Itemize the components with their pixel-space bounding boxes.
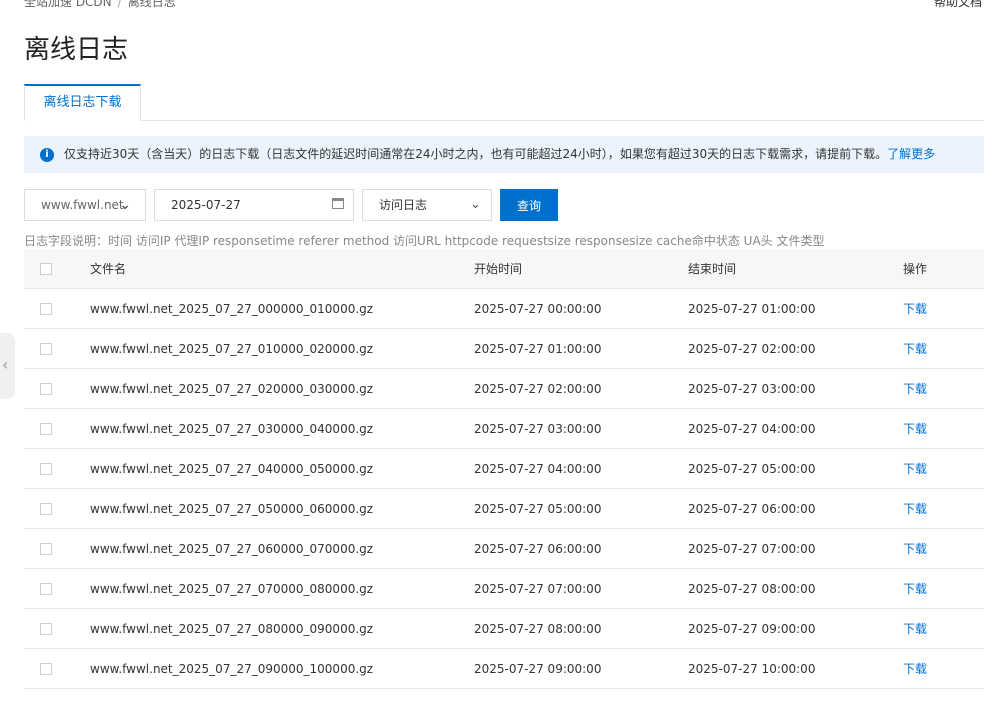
table-row: www.fwwl.net_2025_07_27_040000_050000.gz… bbox=[24, 449, 984, 489]
row-checkbox[interactable] bbox=[40, 623, 52, 635]
chevron-down-icon: ⌄ bbox=[470, 197, 481, 212]
breadcrumb-separator: / bbox=[117, 0, 122, 9]
notice-text: 仅支持近30天（含当天）的日志下载（日志文件的延迟时间通常在24小时之内，也有可… bbox=[64, 147, 888, 161]
row-end-time: 2025-07-27 02:00:00 bbox=[688, 342, 816, 356]
table-row: www.fwwl.net_2025_07_27_070000_080000.gz… bbox=[24, 569, 984, 609]
row-filename: www.fwwl.net_2025_07_27_070000_080000.gz bbox=[90, 582, 374, 596]
row-filename: www.fwwl.net_2025_07_27_020000_030000.gz bbox=[90, 382, 374, 396]
breadcrumb: 全站加速 DCDN / 离线日志 bbox=[24, 0, 176, 10]
log-type-select-value: 访问日志 bbox=[379, 198, 428, 212]
row-end-time: 2025-07-27 06:00:00 bbox=[688, 502, 816, 516]
row-filename: www.fwwl.net_2025_07_27_030000_040000.gz bbox=[90, 422, 374, 436]
table-row: www.fwwl.net_2025_07_27_050000_060000.gz… bbox=[24, 489, 984, 529]
calendar-icon bbox=[332, 198, 344, 209]
page-title: 离线日志 bbox=[24, 35, 129, 65]
download-link[interactable]: 下载 bbox=[903, 289, 927, 329]
row-end-time: 2025-07-27 01:00:00 bbox=[688, 302, 816, 316]
row-filename: www.fwwl.net_2025_07_27_080000_090000.gz bbox=[90, 622, 374, 636]
row-checkbox[interactable] bbox=[40, 543, 52, 555]
row-filename: www.fwwl.net_2025_07_27_090000_100000.gz bbox=[90, 662, 374, 676]
download-link[interactable]: 下载 bbox=[903, 409, 927, 449]
sidebar-collapse-toggle[interactable]: ‹ bbox=[0, 333, 15, 399]
row-start-time: 2025-07-27 09:00:00 bbox=[474, 662, 602, 676]
row-start-time: 2025-07-27 02:00:00 bbox=[474, 382, 602, 396]
row-checkbox[interactable] bbox=[40, 583, 52, 595]
row-end-time: 2025-07-27 05:00:00 bbox=[688, 462, 816, 476]
row-start-time: 2025-07-27 01:00:00 bbox=[474, 342, 602, 356]
breadcrumb-root[interactable]: 全站加速 DCDN bbox=[24, 0, 112, 9]
notice-banner: i 仅支持近30天（含当天）的日志下载（日志文件的延迟时间通常在24小时之内，也… bbox=[24, 136, 984, 173]
table-row: www.fwwl.net_2025_07_27_030000_040000.gz… bbox=[24, 409, 984, 449]
table-row: www.fwwl.net_2025_07_27_010000_020000.gz… bbox=[24, 329, 984, 369]
row-start-time: 2025-07-27 03:00:00 bbox=[474, 422, 602, 436]
row-end-time: 2025-07-27 07:00:00 bbox=[688, 542, 816, 556]
date-picker[interactable]: 2025-07-27 bbox=[154, 189, 354, 221]
table-row: www.fwwl.net_2025_07_27_000000_010000.gz… bbox=[24, 289, 984, 329]
row-end-time: 2025-07-27 04:00:00 bbox=[688, 422, 816, 436]
row-start-time: 2025-07-27 07:00:00 bbox=[474, 582, 602, 596]
download-link[interactable]: 下载 bbox=[903, 569, 927, 609]
chevron-down-icon: ⌄ bbox=[119, 197, 131, 213]
row-end-time: 2025-07-27 09:00:00 bbox=[688, 622, 816, 636]
row-filename: www.fwwl.net_2025_07_27_040000_050000.gz bbox=[90, 462, 374, 476]
download-link[interactable]: 下载 bbox=[903, 369, 927, 409]
breadcrumb-current: 离线日志 bbox=[127, 0, 176, 9]
row-start-time: 2025-07-27 04:00:00 bbox=[474, 462, 602, 476]
select-all-checkbox[interactable] bbox=[40, 263, 52, 275]
query-button[interactable]: 查询 bbox=[500, 189, 558, 221]
row-checkbox[interactable] bbox=[40, 463, 52, 475]
table-row: www.fwwl.net_2025_07_27_090000_100000.gz… bbox=[24, 649, 984, 689]
table-row: www.fwwl.net_2025_07_27_060000_070000.gz… bbox=[24, 529, 984, 569]
help-doc-link[interactable]: 帮助文档 bbox=[934, 0, 982, 10]
table-header: 文件名 开始时间 结束时间 操作 bbox=[24, 249, 984, 289]
table-row: www.fwwl.net_2025_07_27_020000_030000.gz… bbox=[24, 369, 984, 409]
row-checkbox[interactable] bbox=[40, 423, 52, 435]
row-filename: www.fwwl.net_2025_07_27_050000_060000.gz bbox=[90, 502, 374, 516]
domain-select-value: www.fwwl.net bbox=[41, 198, 124, 212]
column-header-filename: 文件名 bbox=[90, 262, 127, 276]
column-header-action: 操作 bbox=[903, 262, 928, 276]
row-filename: www.fwwl.net_2025_07_27_000000_010000.gz bbox=[90, 302, 374, 316]
download-link[interactable]: 下载 bbox=[903, 449, 927, 489]
log-type-select[interactable]: 访问日志 ⌄ bbox=[362, 189, 492, 221]
tab-bar: 离线日志下载 bbox=[24, 84, 984, 121]
field-description: 日志字段说明：时间 访问IP 代理IP responsetime referer… bbox=[24, 234, 825, 248]
date-picker-value: 2025-07-27 bbox=[171, 198, 241, 212]
row-end-time: 2025-07-27 03:00:00 bbox=[688, 382, 816, 396]
domain-select[interactable]: www.fwwl.net ⌄ bbox=[24, 189, 146, 221]
chevron-left-icon: ‹ bbox=[2, 355, 9, 374]
download-link[interactable]: 下载 bbox=[903, 329, 927, 369]
column-header-start-time: 开始时间 bbox=[474, 262, 523, 276]
info-icon: i bbox=[40, 148, 54, 162]
log-table: 文件名 开始时间 结束时间 操作 www.fwwl.net_2025_07_27… bbox=[24, 249, 984, 689]
row-checkbox[interactable] bbox=[40, 303, 52, 315]
download-link[interactable]: 下载 bbox=[903, 489, 927, 529]
row-end-time: 2025-07-27 10:00:00 bbox=[688, 662, 816, 676]
download-link[interactable]: 下载 bbox=[903, 649, 927, 689]
row-checkbox[interactable] bbox=[40, 663, 52, 675]
row-start-time: 2025-07-27 00:00:00 bbox=[474, 302, 602, 316]
column-header-end-time: 结束时间 bbox=[688, 262, 737, 276]
download-link[interactable]: 下载 bbox=[903, 529, 927, 569]
table-row: www.fwwl.net_2025_07_27_080000_090000.gz… bbox=[24, 609, 984, 649]
download-link[interactable]: 下载 bbox=[903, 609, 927, 649]
row-end-time: 2025-07-27 08:00:00 bbox=[688, 582, 816, 596]
row-start-time: 2025-07-27 06:00:00 bbox=[474, 542, 602, 556]
row-start-time: 2025-07-27 05:00:00 bbox=[474, 502, 602, 516]
row-checkbox[interactable] bbox=[40, 503, 52, 515]
tab-offline-log-download[interactable]: 离线日志下载 bbox=[24, 84, 141, 121]
row-checkbox[interactable] bbox=[40, 383, 52, 395]
row-filename: www.fwwl.net_2025_07_27_060000_070000.gz bbox=[90, 542, 374, 556]
row-checkbox[interactable] bbox=[40, 343, 52, 355]
learn-more-link[interactable]: 了解更多 bbox=[887, 147, 935, 161]
row-start-time: 2025-07-27 08:00:00 bbox=[474, 622, 602, 636]
row-filename: www.fwwl.net_2025_07_27_010000_020000.gz bbox=[90, 342, 374, 356]
